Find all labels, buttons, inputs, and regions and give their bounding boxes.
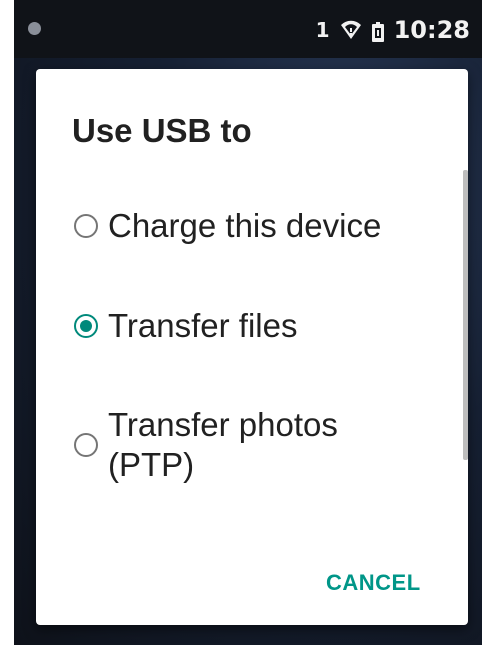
option-label-line2: (PTP) [108,446,195,483]
notification-dot-icon [28,22,41,35]
option-charge-device[interactable]: Charge this device [74,206,381,246]
status-time: 10:28 [393,16,470,44]
option-label: Charge this device [108,207,382,244]
battery-icon [371,20,384,42]
option-transfer-files[interactable]: Transfer files [74,306,298,346]
option-label-block: Transfer photos (PTP) [108,405,338,485]
option-transfer-photos-ptp[interactable]: Transfer photos (PTP) [74,405,338,485]
dialog-scrollbar[interactable] [463,170,468,460]
usb-mode-dialog [36,69,468,625]
status-icons: 1 10:28 [316,16,470,44]
wifi-icon [340,19,362,41]
sim-indicator: 1 [315,18,330,42]
option-label-line1: Transfer photos [108,406,338,443]
radio-checked-icon[interactable] [74,314,98,338]
option-label: Transfer files [108,307,298,344]
cancel-button[interactable]: CANCEL [320,566,427,600]
status-bar: 1 10:28 [14,0,482,58]
dialog-title: Use USB to [72,112,252,149]
radio-unchecked-icon[interactable] [74,214,98,238]
radio-unchecked-icon[interactable] [74,433,98,457]
